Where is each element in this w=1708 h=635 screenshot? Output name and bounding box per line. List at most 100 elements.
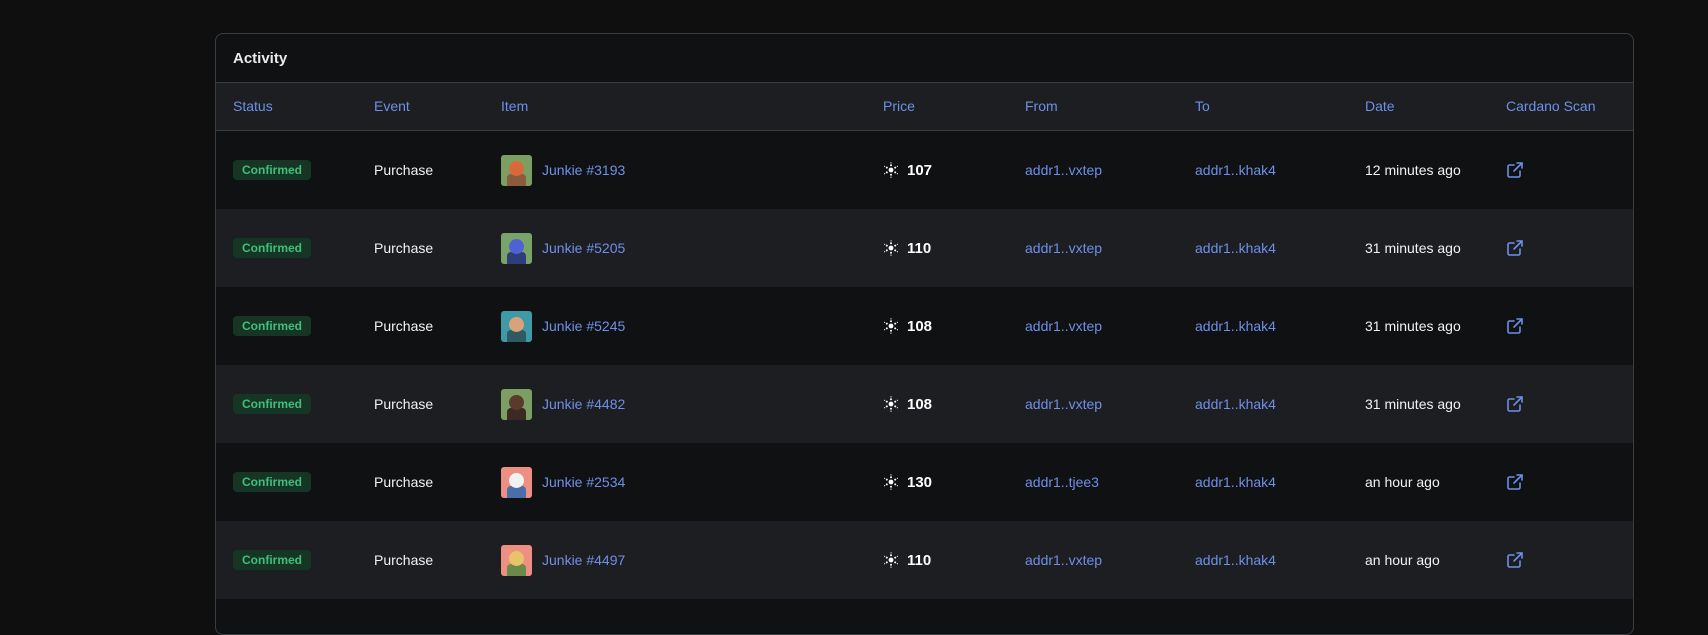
item-link[interactable]: Junkie #5245 xyxy=(542,318,625,334)
from-address-link[interactable]: addr1..vxtep xyxy=(1025,552,1102,568)
item-link[interactable]: Junkie #2534 xyxy=(542,474,625,490)
item-thumbnail[interactable] xyxy=(501,232,532,264)
to-cell: addr1..khak4 xyxy=(1195,365,1276,443)
item-thumbnail[interactable] xyxy=(501,388,532,420)
column-header-cardano-scan[interactable]: Cardano Scan xyxy=(1506,83,1596,130)
price-cell: 130 xyxy=(883,443,932,521)
to-address-link[interactable]: addr1..khak4 xyxy=(1195,240,1276,256)
external-link-icon[interactable] xyxy=(1506,239,1524,257)
to-cell: addr1..khak4 xyxy=(1195,287,1276,365)
item-cell: Junkie #5245 xyxy=(501,287,625,365)
from-cell: addr1..vxtep xyxy=(1025,365,1102,443)
ada-icon xyxy=(883,396,907,412)
table-body: Confirmed Purchase Junkie #3193 107 addr1..v… xyxy=(216,131,1633,599)
from-cell: addr1..vxtep xyxy=(1025,209,1102,287)
external-link-icon[interactable] xyxy=(1506,317,1524,335)
status-badge: Confirmed xyxy=(233,238,311,258)
column-header-to[interactable]: To xyxy=(1195,83,1210,130)
column-header-status[interactable]: Status xyxy=(233,83,273,130)
item-link[interactable]: Junkie #3193 xyxy=(542,162,625,178)
item-link[interactable]: Junkie #5205 xyxy=(542,240,625,256)
item-cell: Junkie #3193 xyxy=(501,131,625,209)
item-thumbnail[interactable] xyxy=(501,310,532,342)
status-cell: Confirmed xyxy=(233,287,311,365)
external-link-icon[interactable] xyxy=(1506,473,1524,491)
price-value: 108 xyxy=(907,317,933,335)
date-cell: 31 minutes ago xyxy=(1365,365,1461,443)
event-cell: Purchase xyxy=(374,365,433,443)
event-cell: Purchase xyxy=(374,521,433,599)
event-cell: Purchase xyxy=(374,443,433,521)
status-cell: Confirmed xyxy=(233,131,311,209)
ada-icon xyxy=(883,552,907,568)
date-cell: an hour ago xyxy=(1365,521,1440,599)
panel-header: Activity xyxy=(216,34,1633,83)
table-row: Confirmed Purchase Junkie #5205 110 addr1..v… xyxy=(216,209,1633,287)
ada-icon xyxy=(883,474,907,490)
date-label: 31 minutes ago xyxy=(1365,396,1461,412)
from-address-link[interactable]: addr1..vxtep xyxy=(1025,240,1102,256)
from-cell: addr1..vxtep xyxy=(1025,131,1102,209)
item-cell: Junkie #2534 xyxy=(501,443,625,521)
external-link-icon[interactable] xyxy=(1506,551,1524,569)
date-label: 31 minutes ago xyxy=(1365,318,1461,334)
price-value: 107 xyxy=(907,161,933,179)
event-label: Purchase xyxy=(374,162,434,178)
item-link[interactable]: Junkie #4482 xyxy=(542,396,625,412)
ada-icon xyxy=(883,162,907,178)
from-address-link[interactable]: addr1..vxtep xyxy=(1025,162,1102,178)
to-cell: addr1..khak4 xyxy=(1195,443,1276,521)
activity-panel: Activity Status Event Item Price From To… xyxy=(215,33,1634,635)
external-link-icon[interactable] xyxy=(1506,395,1524,413)
date-label: an hour ago xyxy=(1365,552,1440,568)
column-header-date[interactable]: Date xyxy=(1365,83,1395,130)
status-badge: Confirmed xyxy=(233,160,311,180)
status-badge: Confirmed xyxy=(233,550,311,570)
table-row: Confirmed Purchase Junkie #4482 108 addr1..v… xyxy=(216,365,1633,443)
column-header-event[interactable]: Event xyxy=(374,83,410,130)
item-thumbnail[interactable] xyxy=(501,466,532,498)
to-address-link[interactable]: addr1..khak4 xyxy=(1195,552,1276,568)
from-address-link[interactable]: addr1..vxtep xyxy=(1025,318,1102,334)
status-badge: Confirmed xyxy=(233,472,311,492)
table-row: Confirmed Purchase Junkie #5245 108 addr1..v… xyxy=(216,287,1633,365)
to-address-link[interactable]: addr1..khak4 xyxy=(1195,318,1276,334)
column-header-item[interactable]: Item xyxy=(501,83,528,130)
item-link[interactable]: Junkie #4497 xyxy=(542,552,625,568)
status-cell: Confirmed xyxy=(233,443,311,521)
to-address-link[interactable]: addr1..khak4 xyxy=(1195,162,1276,178)
table-row: Confirmed Purchase Junkie #3193 107 addr1..v… xyxy=(216,131,1633,209)
event-cell: Purchase xyxy=(374,287,433,365)
status-cell: Confirmed xyxy=(233,209,311,287)
event-cell: Purchase xyxy=(374,209,433,287)
cardano-scan-cell xyxy=(1506,131,1524,209)
column-header-price[interactable]: Price xyxy=(883,83,915,130)
date-label: an hour ago xyxy=(1365,474,1440,490)
from-address-link[interactable]: addr1..tjee3 xyxy=(1025,474,1099,490)
status-cell: Confirmed xyxy=(233,521,311,599)
date-label: 12 minutes ago xyxy=(1365,162,1461,178)
status-cell: Confirmed xyxy=(233,365,311,443)
table-header: Status Event Item Price From To Date Car… xyxy=(216,83,1633,131)
item-thumbnail[interactable] xyxy=(501,154,532,186)
column-header-from[interactable]: From xyxy=(1025,83,1058,130)
from-cell: addr1..vxtep xyxy=(1025,287,1102,365)
item-cell: Junkie #4482 xyxy=(501,365,625,443)
to-cell: addr1..khak4 xyxy=(1195,209,1276,287)
item-thumbnail[interactable] xyxy=(501,544,532,576)
external-link-icon[interactable] xyxy=(1506,161,1524,179)
to-address-link[interactable]: addr1..khak4 xyxy=(1195,396,1276,412)
price-value: 110 xyxy=(907,239,932,257)
cardano-scan-cell xyxy=(1506,287,1524,365)
from-address-link[interactable]: addr1..vxtep xyxy=(1025,396,1102,412)
to-address-link[interactable]: addr1..khak4 xyxy=(1195,474,1276,490)
price-value: 108 xyxy=(907,395,933,413)
price-cell: 108 xyxy=(883,287,932,365)
event-label: Purchase xyxy=(374,240,434,256)
panel-title: Activity xyxy=(233,49,288,67)
price-value: 130 xyxy=(907,473,933,491)
price-cell: 110 xyxy=(883,521,931,599)
date-cell: 31 minutes ago xyxy=(1365,209,1461,287)
event-cell: Purchase xyxy=(374,131,433,209)
price-cell: 108 xyxy=(883,365,932,443)
